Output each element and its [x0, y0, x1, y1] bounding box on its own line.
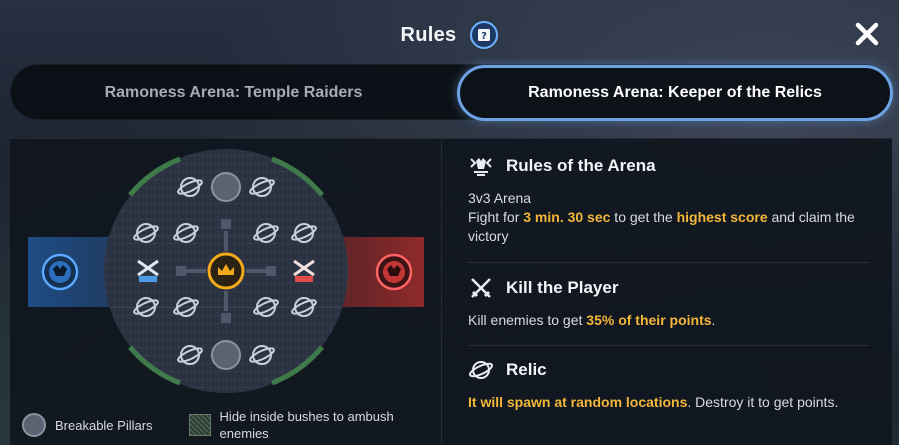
pillar-bottom: [211, 340, 241, 370]
close-button[interactable]: [851, 18, 883, 50]
tab-keeper-of-the-relics[interactable]: Ramoness Arena: Keeper of the Relics: [457, 65, 893, 121]
rules-list: Rules of the Arena 3v3 Arena Fight for 3…: [442, 139, 892, 445]
svg-text:?: ?: [482, 31, 488, 42]
rule-relic: Relic It will spawn at random locations.…: [468, 355, 870, 412]
arena-map-diagram: [28, 149, 424, 393]
rule-relic-text: It will spawn at random locations. Destr…: [468, 394, 839, 410]
rule-arena-text: 3v3 Arena Fight for 3 min. 30 sec to get…: [468, 189, 870, 246]
divider: [468, 345, 870, 346]
rule-arena-line2: Fight for 3 min. 30 sec to get the highe…: [468, 209, 855, 244]
legend-pillars-label: Breakable Pillars: [55, 417, 153, 433]
relic-orb-icon: [468, 357, 494, 383]
rule-relic-title: Relic: [506, 360, 547, 379]
arena-crest-icon: [468, 153, 494, 179]
tab-temple-raiders[interactable]: Ramoness Arena: Temple Raiders: [11, 65, 456, 121]
rule-kill-title: Kill the Player: [506, 278, 619, 297]
pillar-top: [211, 172, 241, 202]
divider: [468, 262, 870, 263]
page-title: Rules: [400, 23, 457, 46]
arena-map: Breakable Pillars Hide inside bushes to …: [10, 139, 442, 445]
rule-arena-line1: 3v3 Arena: [468, 190, 532, 206]
blue-team-base-icon: [41, 253, 79, 291]
rule-kill: Kill the Player Kill enemies to get 35% …: [468, 273, 870, 330]
close-icon: [855, 22, 879, 46]
center-objective-icon: [207, 252, 245, 290]
map-legend: Breakable Pillars Hide inside bushes to …: [22, 407, 442, 443]
legend-bushes-label: Hide inside bushes to ambush enemies: [219, 409, 394, 441]
help-book-icon[interactable]: ?: [470, 21, 499, 49]
rule-kill-text: Kill enemies to get 35% of their points.: [468, 312, 716, 328]
rules-panel: Breakable Pillars Hide inside bushes to …: [10, 138, 892, 445]
bush-icon: [188, 414, 211, 436]
header: Rules ?: [0, 18, 899, 52]
rule-arena: Rules of the Arena 3v3 Arena Fight for 3…: [468, 151, 870, 246]
red-team-base-icon: [375, 253, 413, 291]
crossed-swords-icon: [468, 275, 494, 301]
mode-tabs: Ramoness Arena: Temple Raiders Ramoness …: [10, 64, 893, 121]
pillar-icon: [22, 413, 46, 437]
legend-pillars: Breakable Pillars: [22, 413, 153, 437]
rule-arena-title: Rules of the Arena: [506, 156, 656, 175]
legend-bushes: Hide inside bushes to ambush enemies: [188, 408, 430, 442]
